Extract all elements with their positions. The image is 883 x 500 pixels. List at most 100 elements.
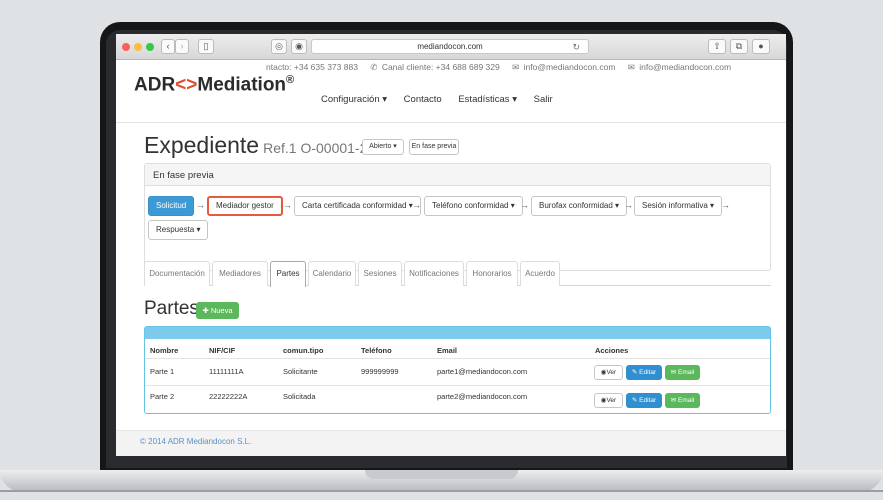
plus-icon: ✚ [202, 306, 211, 315]
cell-email: parte1@mediandocon.com [437, 367, 528, 376]
table-header-bar [145, 327, 770, 339]
new-parte-button[interactable]: ✚ Nueva [196, 302, 239, 319]
nav-salir[interactable]: Salir [534, 94, 553, 105]
mail-icon: ✉ [670, 369, 678, 376]
cell-nif: 11111111A [209, 367, 244, 376]
ver-button[interactable]: ◉Ver [594, 393, 623, 408]
col-comun-tipo: comun.tipo [283, 346, 324, 355]
tab-calendario[interactable]: Calendario [308, 261, 356, 286]
logo-registered: ® [286, 74, 295, 86]
partes-heading: Partes [144, 298, 199, 319]
back-icon[interactable]: ‹ [161, 39, 175, 54]
address-bar[interactable]: mediandocon.com ↻ [311, 39, 589, 54]
row-separator [145, 385, 770, 386]
laptop-base-shadow [0, 490, 883, 492]
zoom-window-icon[interactable] [146, 43, 154, 51]
site-logo[interactable]: ADR<>Mediation® [134, 74, 294, 96]
email-label: Email [678, 369, 695, 376]
col-telefono: Teléfono [361, 346, 392, 355]
step-arrow: → [520, 200, 529, 210]
close-window-icon[interactable] [122, 43, 130, 51]
browser-window: ‹ › ▯ ◎ ◉ mediandocon.com ↻ ⇧ ⧉ ● ntacto… [116, 34, 786, 456]
tab-partes[interactable]: Partes [270, 261, 306, 287]
ver-label: Ver [606, 369, 617, 376]
canal-phone: Canal cliente: +34 688 689 329 [381, 62, 500, 72]
workflow-panel-title: En fase previa [145, 164, 770, 186]
nav-configuracion[interactable]: Configuración ▾ [321, 94, 387, 105]
step-arrow: → [196, 200, 205, 210]
contact-phone: ntacto: +34 635 373 883 [266, 62, 358, 72]
step-arrow: → [412, 200, 421, 210]
logo-arrows: <> [175, 74, 198, 96]
footer-copyright[interactable]: © 2014 ADR Mediandocon S.L. [140, 437, 251, 446]
contact-email-2[interactable]: info@mediandocon.com [639, 62, 731, 72]
page-footer: © 2014 ADR Mediandocon S.L. [116, 430, 786, 456]
cell-tipo: Solicitada [283, 392, 316, 401]
header-divider [116, 122, 786, 123]
contact-bar: ntacto: +34 635 373 883 ✆ Canal cliente:… [266, 62, 741, 73]
row-separator [145, 358, 770, 359]
phase-button[interactable]: En fase previa [409, 139, 459, 155]
step-arrow: → [624, 200, 633, 210]
cell-telefono: 999999999 [361, 367, 399, 376]
step-respuesta[interactable]: Respuesta ▾ [148, 220, 209, 240]
step-burofax[interactable]: Burofax conformidad ▾ [531, 196, 628, 216]
reader-icon[interactable]: ◉ [291, 39, 307, 54]
email-button[interactable]: ✉ Email [665, 393, 700, 408]
tab-acuerdo[interactable]: Acuerdo [520, 261, 560, 286]
page-title: Expediente Ref.1 O-00001-2014 [144, 132, 391, 159]
mail-icon: ✉ [627, 62, 635, 72]
tabs-icon[interactable]: ⧉ [730, 39, 748, 54]
browser-toolbar: ‹ › ▯ ◎ ◉ mediandocon.com ↻ ⇧ ⧉ ● [116, 34, 786, 60]
mail-icon: ✉ [670, 397, 678, 404]
col-acciones: Acciones [595, 346, 629, 355]
screen-bottom-bezel [116, 456, 786, 468]
laptop-notch [365, 470, 518, 479]
logo-text-adr: ADR [134, 74, 176, 96]
step-telefono[interactable]: Teléfono conformidad ▾ [424, 196, 523, 216]
step-mediador-gestor[interactable]: Mediador gestor [207, 196, 283, 216]
step-arrow: → [721, 200, 730, 210]
cell-tipo: Solicitante [283, 367, 318, 376]
shield-icon[interactable]: ◎ [271, 39, 287, 54]
expediente-tabs: Documentación Mediadores Partes Calendar… [144, 261, 771, 287]
laptop-base [0, 470, 883, 492]
col-nombre: Nombre [150, 346, 179, 355]
main-nav: Configuración ▾ Contacto Estadísticas ▾ … [321, 94, 567, 105]
step-arrow: → [283, 200, 292, 210]
tab-documentacion[interactable]: Documentación [144, 261, 210, 286]
step-carta-certificada[interactable]: Carta certificada conformidad ▾ [294, 196, 421, 216]
minimize-window-icon[interactable] [134, 43, 142, 51]
editar-label: Editar [639, 397, 657, 404]
email-label: Email [678, 397, 695, 404]
new-parte-label: Nueva [210, 306, 233, 315]
tab-honorarios[interactable]: Honorarios [466, 261, 518, 286]
tab-notificaciones[interactable]: Notificaciones [404, 261, 464, 286]
editar-button[interactable]: ✎ Editar [626, 393, 662, 408]
url-text: mediandocon.com [417, 42, 483, 51]
col-nif: NIF/CIF [209, 346, 236, 355]
status-dropdown[interactable]: Abierto ▾ [362, 139, 404, 155]
workflow-panel: En fase previa [144, 163, 771, 271]
cell-nombre: Parte 2 [150, 392, 175, 401]
contact-email-1[interactable]: info@mediandocon.com [524, 62, 616, 72]
email-button[interactable]: ✉ Email [665, 365, 700, 380]
tab-sesiones[interactable]: Sesiones [358, 261, 402, 286]
cell-email: parte2@mediandocon.com [437, 392, 528, 401]
forward-icon[interactable]: › [175, 39, 189, 54]
nav-estadisticas[interactable]: Estadísticas ▾ [458, 94, 517, 105]
nav-contacto[interactable]: Contacto [404, 94, 442, 105]
extension-icon[interactable]: ● [752, 39, 770, 54]
sidebar-icon[interactable]: ▯ [198, 39, 214, 54]
editar-button[interactable]: ✎ Editar [626, 365, 662, 380]
reload-icon[interactable]: ↻ [572, 40, 580, 54]
step-sesion-informativa[interactable]: Sesión informativa ▾ [634, 196, 723, 216]
ver-button[interactable]: ◉Ver [594, 365, 623, 380]
mail-icon: ✉ [512, 62, 520, 72]
phone-icon: ✆ [370, 62, 378, 72]
col-email: Email [437, 346, 458, 355]
share-icon[interactable]: ⇧ [708, 39, 726, 54]
step-solicitud[interactable]: Solicitud [148, 196, 195, 216]
tab-mediadores[interactable]: Mediadores [212, 261, 268, 286]
cell-nif: 22222222A [209, 392, 248, 401]
